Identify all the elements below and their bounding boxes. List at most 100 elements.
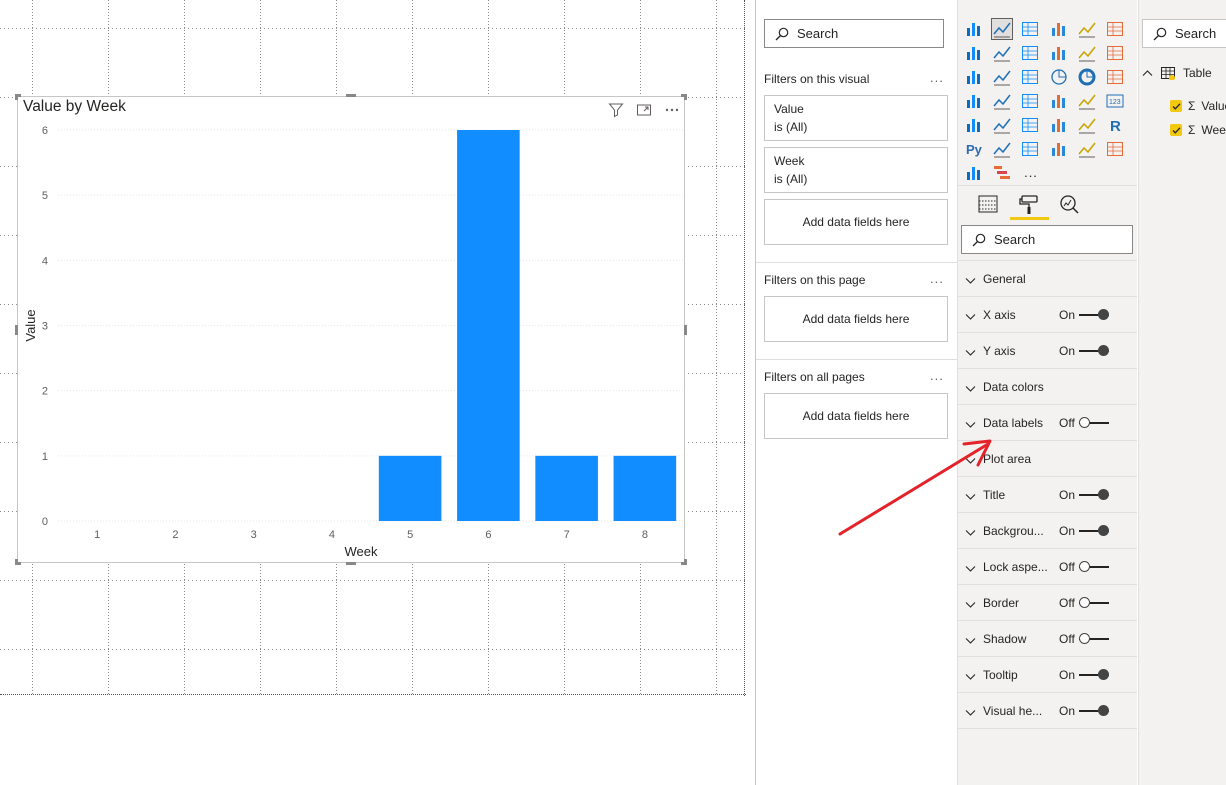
key-influencers-icon[interactable] [991, 138, 1013, 160]
format-card-data-colors[interactable]: Data colors [957, 368, 1137, 404]
chevron-down-icon[interactable] [965, 346, 976, 360]
toggle-on[interactable] [1079, 345, 1109, 356]
format-card-title[interactable]: Title On [957, 476, 1137, 512]
paginated-report-icon[interactable] [1076, 138, 1098, 160]
chevron-down-icon[interactable] [965, 634, 976, 648]
more-visuals-icon[interactable]: ... [1020, 161, 1042, 183]
chevron-down-icon[interactable] [965, 418, 976, 432]
add-visual-filter-dropzone[interactable]: Add data fields here [764, 199, 948, 245]
matrix-icon[interactable] [1076, 114, 1098, 136]
format-card-general[interactable]: General [957, 260, 1137, 296]
ribbon-chart-icon[interactable] [1104, 42, 1126, 64]
field-item-week[interactable]: Σ Week [1170, 123, 1226, 137]
100-stacked-bar-chart-icon[interactable] [1076, 18, 1098, 40]
clustered-column-chart-icon[interactable] [1048, 18, 1070, 40]
toggle-off[interactable] [1079, 597, 1109, 608]
line-and-column-chart-icon[interactable] [1048, 42, 1070, 64]
qa-icon[interactable] [1048, 138, 1070, 160]
chevron-down-icon[interactable] [965, 454, 976, 468]
100-stacked-column-chart-icon[interactable] [1104, 18, 1126, 40]
resize-handle[interactable] [684, 559, 687, 565]
smart-narrative-icon[interactable] [991, 162, 1013, 184]
chevron-down-icon[interactable] [965, 562, 976, 576]
format-card-visual-he[interactable]: Visual he... On [957, 692, 1137, 728]
resize-handle[interactable] [684, 94, 687, 100]
format-card-plot-area[interactable]: Plot area [957, 440, 1137, 476]
power-automate-icon[interactable] [963, 162, 985, 184]
bar[interactable] [457, 130, 520, 521]
format-card-tooltip[interactable]: Tooltip On [957, 656, 1137, 692]
stacked-area-chart-icon[interactable] [1019, 42, 1041, 64]
funnel-chart-icon[interactable] [991, 66, 1013, 88]
resize-handle[interactable] [15, 94, 18, 100]
more-options-icon[interactable]: ... [930, 70, 944, 85]
resize-handle[interactable] [346, 94, 356, 97]
chevron-down-icon[interactable] [965, 670, 976, 684]
checkbox-checked-icon[interactable] [1170, 124, 1182, 136]
azure-map-icon[interactable] [1048, 90, 1070, 112]
chevron-down-icon[interactable] [965, 706, 976, 720]
shape-map-icon[interactable] [1019, 90, 1041, 112]
format-card-shadow[interactable]: Shadow Off [957, 620, 1137, 656]
bar[interactable] [378, 455, 442, 521]
stacked-column-chart-icon[interactable] [991, 18, 1014, 40]
kpi-icon[interactable] [991, 114, 1013, 136]
donut-chart-icon[interactable] [1076, 66, 1098, 88]
filters-search-input[interactable]: Search [764, 19, 944, 48]
table-node[interactable]: Table [1142, 66, 1212, 80]
resize-handle[interactable] [15, 325, 18, 335]
format-card-x-axis[interactable]: X axis On [957, 296, 1137, 332]
r-visual-icon[interactable]: R [1104, 114, 1126, 136]
slicer-icon[interactable] [1019, 114, 1041, 136]
bar-chart-visual[interactable]: Value by Week 0 1 2 3 4 5 6 1 2 3 4 5 6 7 8 Week Value [15, 94, 687, 565]
filter-card-week[interactable]: Week is (All) [764, 147, 948, 193]
chevron-up-icon[interactable] [1142, 68, 1153, 79]
chevron-down-icon[interactable] [965, 382, 976, 396]
line-and-clustered-column-chart-icon[interactable] [1076, 42, 1098, 64]
resize-handle[interactable] [15, 559, 18, 565]
more-options-icon[interactable]: ... [930, 368, 944, 383]
toggle-off[interactable] [1079, 417, 1109, 428]
toggle-off[interactable] [1079, 633, 1109, 644]
card-icon[interactable]: 123 [1104, 90, 1126, 112]
toggle-off[interactable] [1079, 561, 1109, 572]
multi-row-card-icon[interactable] [963, 114, 985, 136]
decomposition-tree-icon[interactable] [1019, 138, 1041, 160]
bar[interactable] [535, 455, 598, 521]
checkbox-checked-icon[interactable] [1170, 100, 1182, 112]
add-report-filter-dropzone[interactable]: Add data fields here [764, 393, 948, 439]
map-icon[interactable] [963, 90, 985, 112]
toggle-on[interactable] [1079, 489, 1109, 500]
fields-search-input[interactable]: Search [1142, 19, 1226, 48]
format-search-input[interactable]: Search [961, 225, 1133, 254]
waterfall-chart-icon[interactable] [963, 66, 985, 88]
chevron-down-icon[interactable] [965, 598, 976, 612]
pie-chart-icon[interactable] [1048, 66, 1070, 88]
add-page-filter-dropzone[interactable]: Add data fields here [764, 296, 948, 342]
python-visual-icon[interactable]: Py [963, 138, 985, 160]
line-chart-icon[interactable] [963, 42, 985, 64]
toggle-on[interactable] [1079, 669, 1109, 680]
field-item-value[interactable]: Σ Value [1170, 99, 1226, 113]
toggle-on[interactable] [1079, 525, 1109, 536]
clustered-bar-chart-icon[interactable] [1019, 18, 1041, 40]
power-apps-icon[interactable] [1104, 138, 1126, 160]
stacked-bar-chart-icon[interactable] [963, 18, 985, 40]
more-options-icon[interactable]: ... [930, 271, 944, 286]
format-card-data-labels[interactable]: Data labels Off [957, 404, 1137, 440]
resize-handle[interactable] [346, 562, 356, 565]
format-card-border[interactable]: Border Off [957, 584, 1137, 620]
toggle-on[interactable] [1079, 705, 1109, 716]
filled-map-icon[interactable] [991, 90, 1013, 112]
fields-tab-icon[interactable] [975, 191, 1001, 217]
filter-card-value[interactable]: Value is (All) [764, 95, 948, 141]
area-chart-icon[interactable] [991, 42, 1013, 64]
bar[interactable] [613, 455, 677, 521]
chevron-down-icon[interactable] [965, 526, 976, 540]
format-card-y-axis[interactable]: Y axis On [957, 332, 1137, 368]
analytics-tab-icon[interactable] [1056, 191, 1082, 217]
resize-handle[interactable] [684, 325, 687, 335]
table-icon[interactable] [1048, 114, 1070, 136]
chevron-down-icon[interactable] [965, 310, 976, 324]
toggle-on[interactable] [1079, 309, 1109, 320]
